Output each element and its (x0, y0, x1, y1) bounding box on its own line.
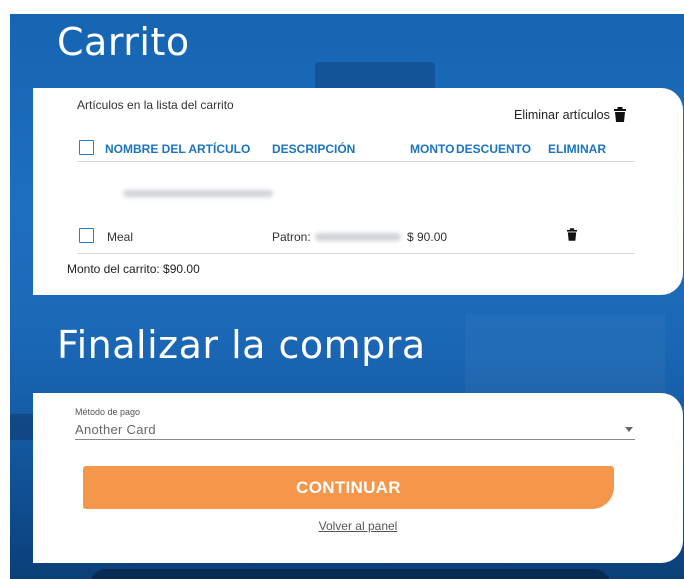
cart-group-label (123, 184, 273, 202)
table-row: Meal Patron: $ 90.00 (77, 221, 635, 254)
redacted-text (315, 233, 401, 241)
select-all-checkbox[interactable] (79, 140, 94, 155)
item-amount: $ 90.00 (407, 230, 448, 244)
delete-item-icon[interactable] (567, 228, 577, 241)
cart-table-header: NOMBRE DEL ARTÍCULO DESCRIPCIÓN MONTO DE… (77, 135, 635, 162)
payment-method-select[interactable]: Another Card (75, 419, 635, 440)
column-header-name: NOMBRE DEL ARTÍCULO (105, 142, 251, 156)
column-header-amount: MONTO (410, 142, 455, 156)
cart-card: Artículos en la lista del carrito Elimin… (33, 88, 683, 295)
column-header-discount: DESCUENTO (456, 142, 532, 156)
item-description: Patron: (272, 230, 311, 244)
payment-method-value: Another Card (75, 422, 156, 437)
column-header-description: DESCRIPCIÓN (272, 142, 356, 156)
background-shape (465, 314, 665, 394)
dropdown-caret-icon (625, 427, 633, 432)
continue-button[interactable]: CONTINUAR (83, 466, 614, 509)
background-shape (90, 569, 610, 579)
trash-icon (613, 107, 626, 122)
item-name: Meal (107, 230, 134, 244)
checkout-title: Finalizar la compra (57, 323, 426, 367)
remove-items-label: Eliminar artículos (514, 107, 610, 122)
remove-items-button[interactable]: Eliminar artículos (514, 107, 626, 122)
back-to-dashboard-link[interactable]: Volver al panel (33, 519, 683, 533)
column-header-delete: ELIMINAR (548, 142, 606, 156)
cart-total: Monto del carrito: $90.00 (67, 262, 200, 276)
cart-caption: Artículos en la lista del carrito (77, 98, 234, 112)
redacted-text (123, 190, 273, 197)
cart-title: Carrito (57, 20, 190, 64)
item-checkbox[interactable] (79, 228, 94, 243)
payment-method-label: Método de pago (75, 407, 141, 417)
checkout-card: Método de pago Another Card CONTINUAR Vo… (33, 393, 683, 563)
